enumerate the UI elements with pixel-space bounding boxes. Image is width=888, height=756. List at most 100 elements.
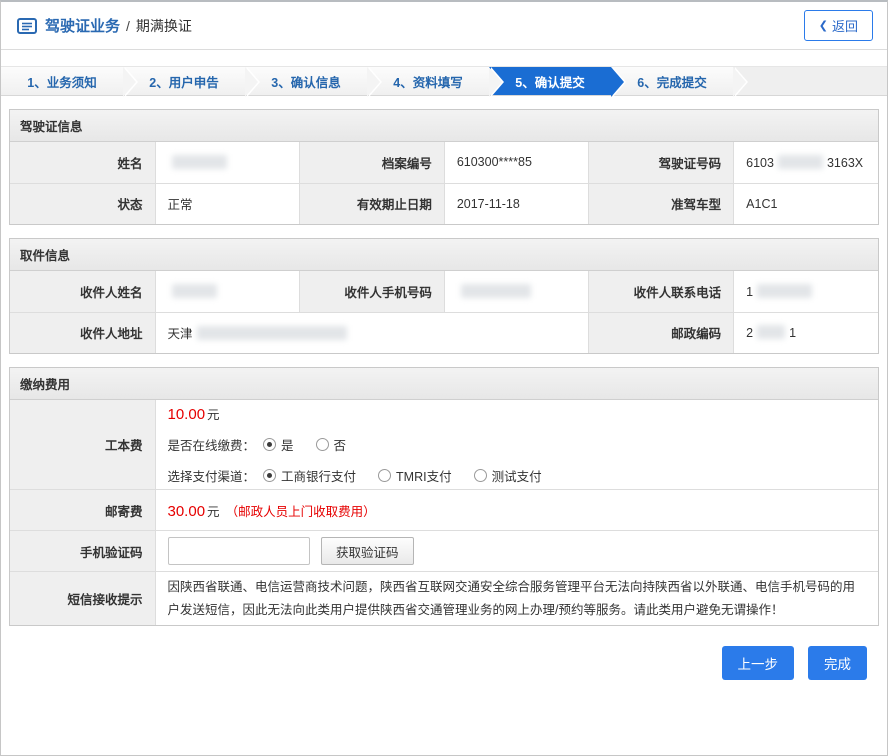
pay-channel-line: 选择支付渠道： 工商银行支付 TMRI支付 测试支付 <box>168 466 867 485</box>
license-no-value: 6103 3163X <box>734 142 878 183</box>
pay-channel-question: 选择支付渠道： <box>168 466 256 485</box>
page-subtitle: 期满换证 <box>136 16 192 36</box>
step-tab-4[interactable]: 4、资料填写 <box>367 67 489 95</box>
postage-fee-note: （邮政人员上门收取费用） <box>226 505 376 519</box>
redacted-value <box>172 155 227 169</box>
status-value: 正常 <box>155 183 299 224</box>
recipient-tel-value: 1 <box>734 271 878 312</box>
postage-fee-value: 30.00元 （邮政人员上门收取费用） <box>155 490 878 531</box>
license-info-section: 驾驶证信息 姓名 档案编号 610300****85 驾驶证号码 6103316… <box>9 109 879 225</box>
step-tab-5[interactable]: 5、确认提交 <box>489 67 611 95</box>
step-label: 1、业务须知 <box>27 72 96 91</box>
table-row: 状态 正常 有效期止日期 2017-11-18 准驾车型 A1C1 <box>10 183 878 224</box>
redacted-value <box>757 325 785 339</box>
production-fee-amount: 10.00 <box>168 406 206 423</box>
status-label: 状态 <box>10 183 155 224</box>
file-no-label: 档案编号 <box>299 142 444 183</box>
radio-icon <box>263 469 276 482</box>
redacted-value <box>461 284 531 298</box>
get-code-button[interactable]: 获取验证码 <box>321 537 414 565</box>
radio-label: TMRI支付 <box>396 466 452 485</box>
recipient-tel-label: 收件人联系电话 <box>589 271 734 312</box>
table-row: 收件人地址 天津 邮政编码 21 <box>10 312 878 353</box>
production-fee-amount-line: 10.00元 <box>168 404 867 423</box>
production-fee-cell: 10.00元 是否在线缴费： 是 否 选择支付渠道： 工商银行支付 TMRI支付… <box>155 400 878 490</box>
license-no-suffix: 3163X <box>827 156 863 170</box>
redacted-value <box>172 284 217 298</box>
step-label: 6、完成提交 <box>637 72 706 91</box>
recipient-phone-value <box>444 271 588 312</box>
pickup-info-title: 取件信息 <box>10 239 878 271</box>
step-tab-2[interactable]: 2、用户申告 <box>123 67 245 95</box>
fees-title: 缴纳费用 <box>10 368 878 400</box>
license-business-icon <box>17 18 37 34</box>
class-label: 准驾车型 <box>589 183 734 224</box>
sms-code-input[interactable] <box>168 537 310 565</box>
radio-label: 否 <box>334 435 347 454</box>
postcode-label: 邮政编码 <box>589 312 734 353</box>
postage-fee-amount: 30.00 <box>168 503 206 520</box>
class-value: A1C1 <box>734 183 878 224</box>
sms-tip-label: 短信接收提示 <box>10 572 155 626</box>
pickup-info-section: 取件信息 收件人姓名 收件人手机号码 收件人联系电话 1 收件人地址 天津 邮政… <box>9 238 879 354</box>
postcode-prefix: 2 <box>746 326 753 340</box>
license-no-label: 驾驶证号码 <box>589 142 734 183</box>
license-no-prefix: 6103 <box>746 156 774 170</box>
table-row: 姓名 档案编号 610300****85 驾驶证号码 61033163X <box>10 142 878 183</box>
fees-table: 工本费 10.00元 是否在线缴费： 是 否 选择支付渠道： 工商银行支付 <box>10 400 878 625</box>
radio-label: 是 <box>281 435 294 454</box>
yuan-unit: 元 <box>207 408 220 422</box>
radio-online-pay-no[interactable]: 否 <box>316 435 347 454</box>
footer-actions: 上一步 完成 <box>9 646 867 680</box>
recipient-name-value <box>155 271 299 312</box>
step-label: 3、确认信息 <box>271 72 340 91</box>
radio-icon <box>263 438 276 451</box>
name-label: 姓名 <box>10 142 155 183</box>
sms-code-cell: 获取验证码 <box>155 531 878 572</box>
table-row: 收件人姓名 收件人手机号码 收件人联系电话 1 <box>10 271 878 312</box>
radio-label: 工商银行支付 <box>281 466 356 485</box>
production-fee-label: 工本费 <box>10 400 155 490</box>
sms-tip-text: 因陕西省联通、电信运营商技术问题，陕西省互联网交通安全综合服务管理平台无法向持陕… <box>155 572 878 626</box>
postage-fee-label: 邮寄费 <box>10 490 155 531</box>
chevron-left-icon: ❮ <box>819 19 828 32</box>
step-tab-6[interactable]: 6、完成提交 <box>611 67 733 95</box>
address-prefix: 天津 <box>168 327 193 341</box>
radio-channel-test[interactable]: 测试支付 <box>474 466 542 485</box>
license-info-title: 驾驶证信息 <box>10 110 878 142</box>
radio-channel-tmri[interactable]: TMRI支付 <box>378 466 452 485</box>
recipient-phone-label: 收件人手机号码 <box>299 271 444 312</box>
radio-icon <box>378 469 391 482</box>
table-row: 短信接收提示 因陕西省联通、电信运营商技术问题，陕西省互联网交通安全综合服务管理… <box>10 572 878 626</box>
name-value <box>155 142 299 183</box>
business-title: 驾驶证业务 <box>45 15 120 36</box>
pickup-info-table: 收件人姓名 收件人手机号码 收件人联系电话 1 收件人地址 天津 邮政编码 21 <box>10 271 878 353</box>
table-row: 工本费 10.00元 是否在线缴费： 是 否 选择支付渠道： 工商银行支付 <box>10 400 878 490</box>
recipient-tel-prefix: 1 <box>746 285 753 299</box>
step-label: 2、用户申告 <box>149 72 218 91</box>
radio-channel-icbc[interactable]: 工商银行支付 <box>263 466 356 485</box>
finish-button[interactable]: 完成 <box>808 646 867 680</box>
license-info-table: 姓名 档案编号 610300****85 驾驶证号码 61033163X 状态 … <box>10 142 878 224</box>
redacted-value <box>757 284 812 298</box>
radio-label: 测试支付 <box>492 466 542 485</box>
recipient-name-label: 收件人姓名 <box>10 271 155 312</box>
radio-icon <box>316 438 329 451</box>
table-row: 邮寄费 30.00元 （邮政人员上门收取费用） <box>10 490 878 531</box>
step-tab-3[interactable]: 3、确认信息 <box>245 67 367 95</box>
expiry-value: 2017-11-18 <box>444 183 588 224</box>
redacted-value <box>778 155 823 169</box>
online-pay-question: 是否在线缴费： <box>168 435 256 454</box>
redacted-value <box>197 326 347 340</box>
radio-icon <box>474 469 487 482</box>
page: 驾驶证业务 / 期满换证 ❮ 返回 1、业务须知 2、用户申告 3、确认信息 4… <box>0 0 888 756</box>
fees-section: 缴纳费用 工本费 10.00元 是否在线缴费： 是 否 <box>9 367 879 626</box>
yuan-unit: 元 <box>207 505 220 519</box>
step-tab-1[interactable]: 1、业务须知 <box>1 67 123 95</box>
prev-step-button[interactable]: 上一步 <box>722 646 795 680</box>
radio-online-pay-yes[interactable]: 是 <box>263 435 294 454</box>
steps-tail <box>733 67 887 95</box>
main-content: 驾驶证信息 姓名 档案编号 610300****85 驾驶证号码 6103316… <box>1 109 887 680</box>
breadcrumb-separator: / <box>126 18 130 34</box>
back-button[interactable]: ❮ 返回 <box>804 10 873 41</box>
